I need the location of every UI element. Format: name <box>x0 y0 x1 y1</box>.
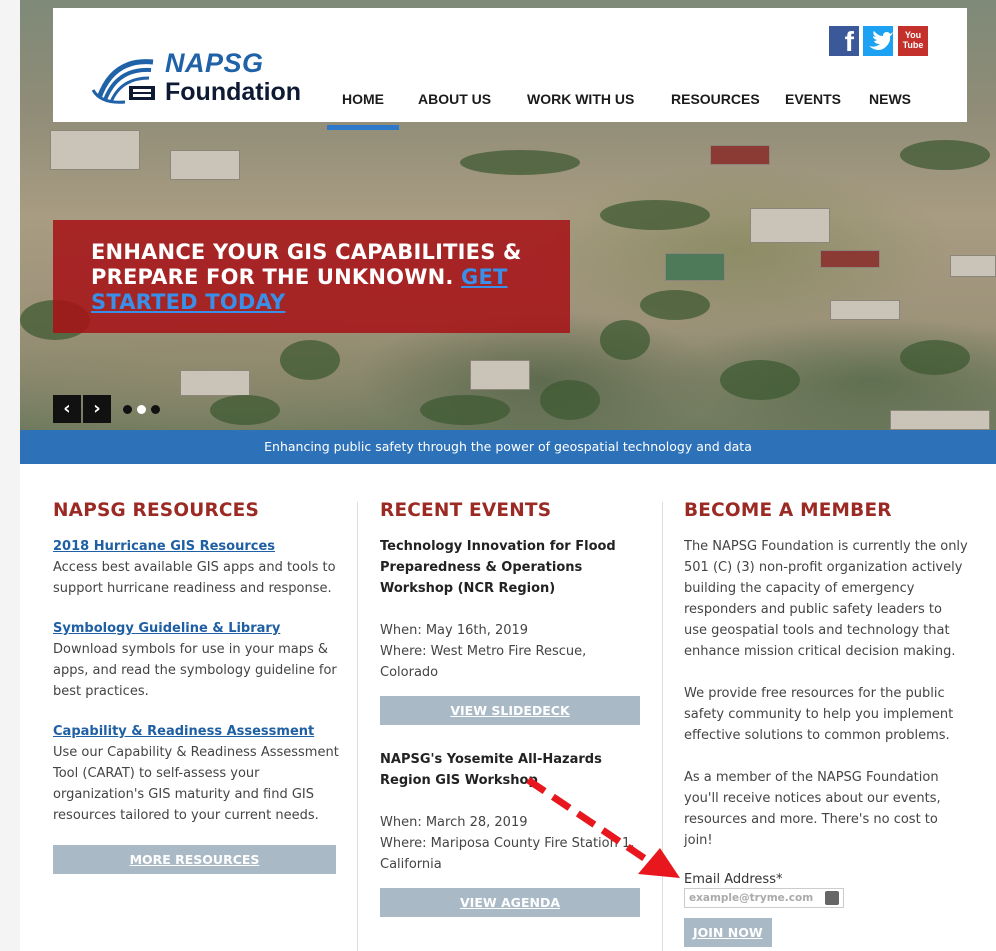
member-paragraph: We provide free resources for the public… <box>684 686 954 743</box>
view-slidedeck-button[interactable]: VIEW SLIDEDECK <box>380 696 640 725</box>
more-resources-button[interactable]: MORE RESOURCES <box>53 845 336 874</box>
twitter-icon[interactable] <box>863 26 893 56</box>
napsg-logo[interactable]: NAPSG Foundation <box>91 48 311 108</box>
globe-logo-icon <box>91 59 155 104</box>
email-input[interactable]: example@tryme.com <box>684 888 844 908</box>
annotation-arrow-icon <box>526 777 680 878</box>
event-item: Technology Innovation for Flood Prepared… <box>380 536 645 725</box>
resource-link-symbology[interactable]: Symbology Guideline & Library <box>53 618 343 639</box>
member-column: BECOME A MEMBER The NAPSG Foundation is … <box>684 500 969 947</box>
nav-about-us[interactable]: ABOUT US <box>418 90 491 122</box>
event-where: Where: West Metro Fire Rescue, Colorado <box>380 644 587 680</box>
column-divider <box>357 502 358 951</box>
nav-news[interactable]: NEWS <box>869 90 911 122</box>
resource-link-hurricane[interactable]: 2018 Hurricane GIS Resources <box>53 536 343 557</box>
member-paragraph: The NAPSG Foundation is currently the on… <box>684 539 968 659</box>
slider-dot-2[interactable] <box>137 405 146 414</box>
hero-headline-text: ENHANCE YOUR GIS CAPABILITIES & PREPARE … <box>91 240 522 289</box>
view-agenda-button[interactable]: VIEW AGENDA <box>380 888 640 917</box>
nav-home[interactable]: HOME <box>327 90 399 130</box>
column-divider <box>662 502 663 951</box>
event-title: Technology Innovation for Flood Prepared… <box>380 539 616 596</box>
hero-banner: ENHANCE YOUR GIS CAPABILITIES & PREPARE … <box>53 220 570 333</box>
twitter-bird-icon <box>869 31 893 50</box>
youtube-icon[interactable]: You Tube <box>898 26 928 56</box>
page: NAPSG Foundation f You Tube HOME ABOUT U… <box>20 0 996 951</box>
slider-next-button[interactable]: › <box>83 395 111 423</box>
nav-events[interactable]: EVENTS <box>785 90 841 122</box>
member-heading: BECOME A MEMBER <box>684 500 892 521</box>
slider-dot-3[interactable] <box>151 405 160 414</box>
member-paragraph: As a member of the NAPSG Foundation you'… <box>684 770 941 848</box>
resource-desc: Download symbols for use in your maps & … <box>53 642 337 699</box>
nav-work-with-us[interactable]: WORK WITH US <box>527 90 634 122</box>
resource-item: Symbology Guideline & Library Download s… <box>53 618 343 702</box>
resource-link-capability[interactable]: Capability & Readiness Assessment <box>53 721 343 742</box>
autofill-icon[interactable] <box>825 891 839 905</box>
resource-desc: Use our Capability & Readiness Assessmen… <box>53 745 339 823</box>
chevron-right-icon: › <box>93 398 101 419</box>
facebook-icon[interactable]: f <box>829 26 859 57</box>
resource-item: 2018 Hurricane GIS Resources Access best… <box>53 536 343 599</box>
resources-heading: NAPSG RESOURCES <box>53 500 260 521</box>
site-header: NAPSG Foundation f You Tube HOME ABOUT U… <box>53 8 967 130</box>
logo-foundation-text: Foundation <box>165 78 302 106</box>
logo-napsg-text: NAPSG <box>165 48 264 78</box>
chevron-left-icon: ‹ <box>63 398 71 419</box>
resource-item: Capability & Readiness Assessment Use ou… <box>53 721 343 826</box>
events-heading: RECENT EVENTS <box>380 500 552 521</box>
slider-prev-button[interactable]: ‹ <box>53 395 81 423</box>
facebook-glyph: f <box>844 26 854 57</box>
tagline-bar: Enhancing public safety through the powe… <box>20 430 996 464</box>
nav-resources[interactable]: RESOURCES <box>671 90 760 122</box>
slider-dot-1[interactable] <box>123 405 132 414</box>
email-label: Email Address* <box>684 872 783 887</box>
youtube-glyph: You Tube <box>902 30 924 50</box>
resource-desc: Access best available GIS apps and tools… <box>53 560 336 596</box>
resources-column: NAPSG RESOURCES 2018 Hurricane GIS Resou… <box>53 500 343 874</box>
email-placeholder: example@tryme.com <box>689 892 814 904</box>
join-now-button[interactable]: JOIN NOW <box>684 918 772 947</box>
hero-headline: ENHANCE YOUR GIS CAPABILITIES & PREPARE … <box>91 240 541 315</box>
event-when: When: May 16th, 2019 <box>380 623 529 638</box>
